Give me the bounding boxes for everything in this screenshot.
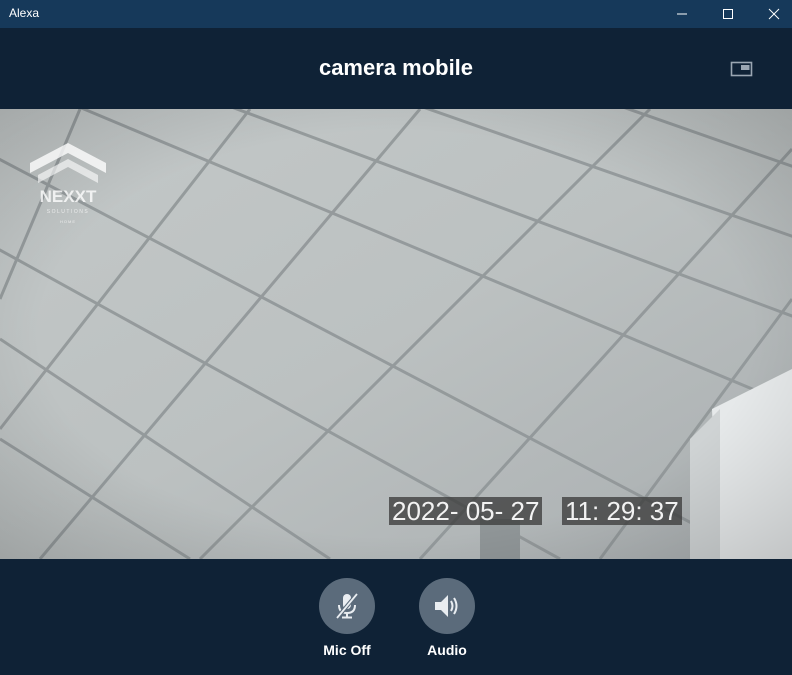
audio-control: Audio [407,578,487,658]
mic-off-button[interactable] [319,578,375,634]
audio-button[interactable] [419,578,475,634]
minimize-icon [677,13,687,15]
audio-label: Audio [427,642,467,658]
window-titlebar: Alexa [0,0,792,28]
camera-feed[interactable]: NEXXT SOLUTIONS HOME 2022- 05- 27 11: 29… [0,109,792,559]
close-button[interactable] [751,0,792,28]
nexxt-logo: NEXXT SOLUTIONS HOME [28,141,108,229]
logo-sub2: HOME [60,219,76,224]
speaker-icon [435,595,458,617]
house-logo-icon [30,143,106,183]
mic-off-icon [335,592,359,620]
picture-in-picture-button[interactable] [724,54,760,84]
call-controls: Mic Off Audio [0,559,792,675]
mic-control: Mic Off [307,578,387,658]
timestamp-time: 11: 29: 37 [562,497,682,525]
close-icon [768,8,780,20]
app-title: Alexa [9,6,40,20]
page-title: camera mobile [318,55,474,80]
maximize-button[interactable] [705,0,751,28]
ceiling-scene [0,109,792,559]
minimize-button[interactable] [659,0,705,28]
logo-brand: NEXXT [39,187,97,206]
mic-off-label: Mic Off [323,642,371,658]
picture-in-picture-icon [730,61,753,77]
timestamp-date: 2022- 05- 27 [389,497,543,525]
header: camera mobile [0,28,792,109]
logo-sub: SOLUTIONS [46,209,90,215]
maximize-icon [723,9,733,19]
